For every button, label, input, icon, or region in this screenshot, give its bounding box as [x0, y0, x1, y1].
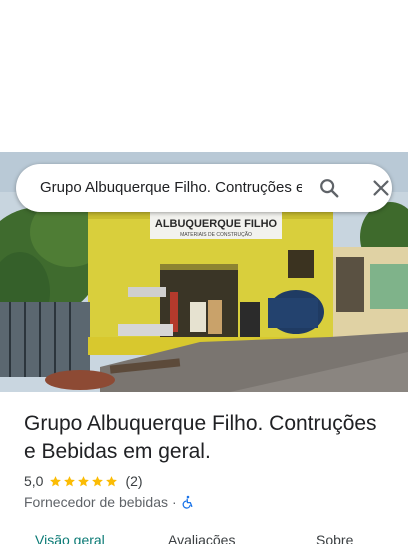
separator-dot: · — [172, 494, 177, 510]
star-icon — [50, 475, 62, 486]
rating-value: 5,0 — [24, 473, 44, 489]
store-sign-text: ALBUQUERQUE FILHO — [155, 218, 278, 230]
review-count[interactable]: (2) — [125, 473, 142, 489]
tab-about[interactable]: Sobre — [316, 532, 353, 544]
place-title: Grupo Albuquerque Filho. Contruções e Be… — [24, 412, 377, 463]
search-bar[interactable]: Grupo Albuquerque Filho. Contruções e Be… — [16, 164, 392, 212]
star-icon — [106, 475, 118, 486]
star-icon — [64, 475, 76, 486]
close-icon[interactable] — [370, 177, 392, 199]
search-icon[interactable] — [318, 177, 340, 199]
star-rating — [49, 475, 119, 488]
store-sign-subtext: MATERIAIS DE CONSTRUÇÃO — [180, 231, 252, 238]
place-category: Fornecedor de bebidas — [24, 494, 168, 510]
wheelchair-icon — [181, 495, 195, 509]
star-icon — [78, 475, 90, 486]
place-info-panel: Grupo Albuquerque Filho. Contruções e Be… — [0, 392, 408, 544]
star-icon — [92, 475, 104, 486]
place-tabs: Visão geral Avaliações Sobre — [0, 530, 408, 544]
search-input[interactable]: Grupo Albuquerque Filho. Contruções e Be… — [40, 164, 302, 212]
tab-reviews[interactable]: Avaliações — [168, 532, 235, 544]
map-blank-area — [0, 0, 408, 152]
category-row: Fornecedor de bebidas · — [24, 493, 195, 511]
tab-overview[interactable]: Visão geral — [35, 532, 105, 544]
rating-row[interactable]: 5,0 (2) — [24, 472, 143, 490]
